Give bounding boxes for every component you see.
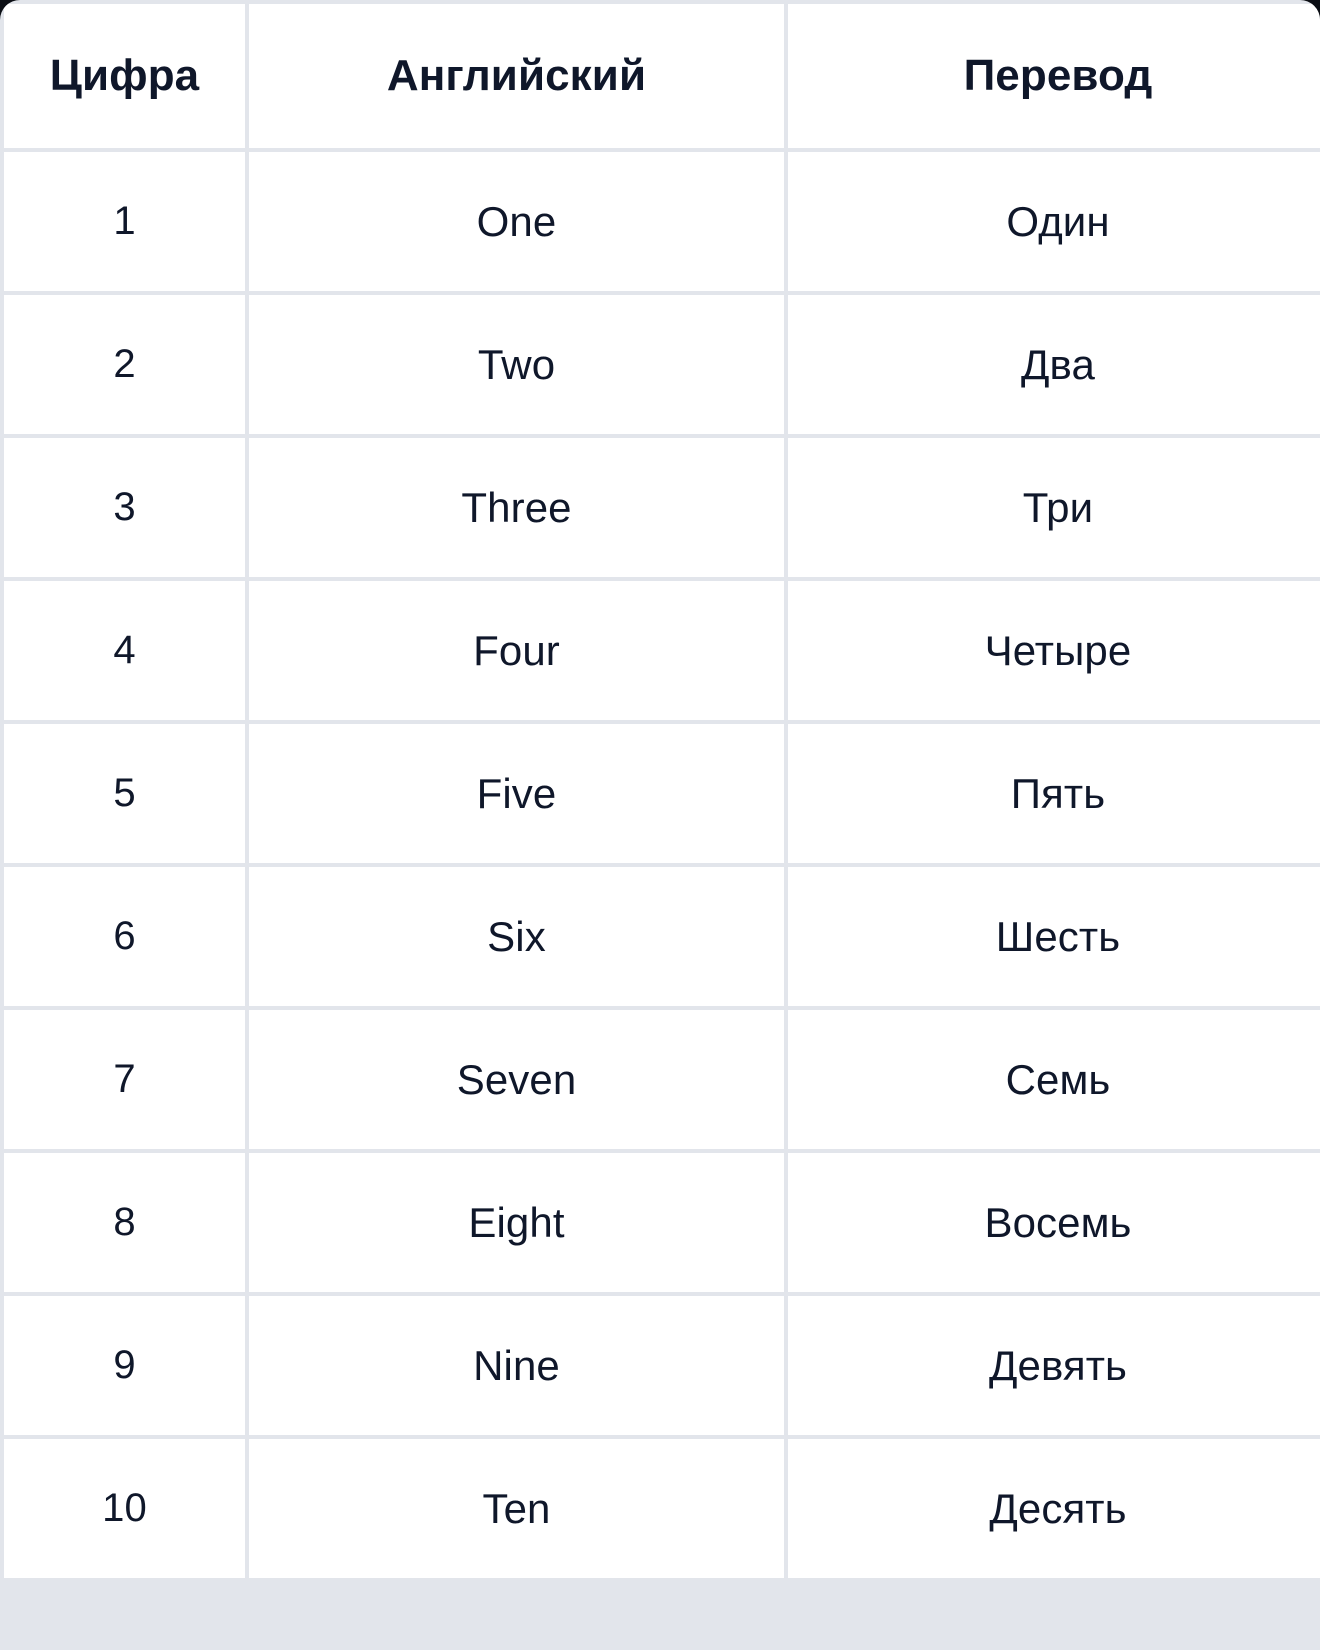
cell-russian: Семь xyxy=(788,1010,1320,1149)
cell-english: Eight xyxy=(249,1153,784,1292)
cell-english: One xyxy=(249,152,784,291)
table-row: 2 Two Два xyxy=(4,295,1320,434)
column-header-russian: Перевод xyxy=(788,4,1320,148)
table-row: 3 Three Три xyxy=(4,438,1320,577)
cell-english: Ten xyxy=(249,1439,784,1578)
table-body: 1 One Один 2 Two Два 3 Three Три 4 Four xyxy=(4,152,1320,1578)
cell-digit: 6 xyxy=(4,867,245,1006)
cell-digit: 2 xyxy=(4,295,245,434)
numbers-table: Цифра Английский Перевод 1 One Один 2 Tw… xyxy=(0,0,1320,1582)
cell-russian: Восемь xyxy=(788,1153,1320,1292)
cell-digit: 7 xyxy=(4,1010,245,1149)
cell-english: Two xyxy=(249,295,784,434)
cell-english: Four xyxy=(249,581,784,720)
cell-russian: Шесть xyxy=(788,867,1320,1006)
cell-russian: Два xyxy=(788,295,1320,434)
table-header: Цифра Английский Перевод xyxy=(4,4,1320,148)
column-header-english: Английский xyxy=(249,4,784,148)
table-row: 9 Nine Девять xyxy=(4,1296,1320,1435)
numbers-table-card: Цифра Английский Перевод 1 One Один 2 Tw… xyxy=(0,0,1320,1650)
column-header-digit: Цифра xyxy=(4,4,245,148)
table-row: 7 Seven Семь xyxy=(4,1010,1320,1149)
cell-russian: Пять xyxy=(788,724,1320,863)
cell-russian: Четыре xyxy=(788,581,1320,720)
cell-english: Nine xyxy=(249,1296,784,1435)
cell-digit: 8 xyxy=(4,1153,245,1292)
cell-russian: Девять xyxy=(788,1296,1320,1435)
table-row: 8 Eight Восемь xyxy=(4,1153,1320,1292)
cell-digit: 4 xyxy=(4,581,245,720)
table-row: 5 Five Пять xyxy=(4,724,1320,863)
cell-digit: 9 xyxy=(4,1296,245,1435)
table-row: 6 Six Шесть xyxy=(4,867,1320,1006)
table-row: 1 One Один xyxy=(4,152,1320,291)
table-header-row: Цифра Английский Перевод xyxy=(4,4,1320,148)
cell-digit: 3 xyxy=(4,438,245,577)
cell-russian: Десять xyxy=(788,1439,1320,1578)
cell-russian: Один xyxy=(788,152,1320,291)
cell-english: Three xyxy=(249,438,784,577)
table-row: 4 Four Четыре xyxy=(4,581,1320,720)
table-row: 10 Ten Десять xyxy=(4,1439,1320,1578)
cell-english: Seven xyxy=(249,1010,784,1149)
cell-english: Six xyxy=(249,867,784,1006)
cell-digit: 1 xyxy=(4,152,245,291)
cell-russian: Три xyxy=(788,438,1320,577)
cell-digit: 10 xyxy=(4,1439,245,1578)
page-canvas: Цифра Английский Перевод 1 One Один 2 Tw… xyxy=(0,0,1320,1650)
cell-english: Five xyxy=(249,724,784,863)
cell-digit: 5 xyxy=(4,724,245,863)
